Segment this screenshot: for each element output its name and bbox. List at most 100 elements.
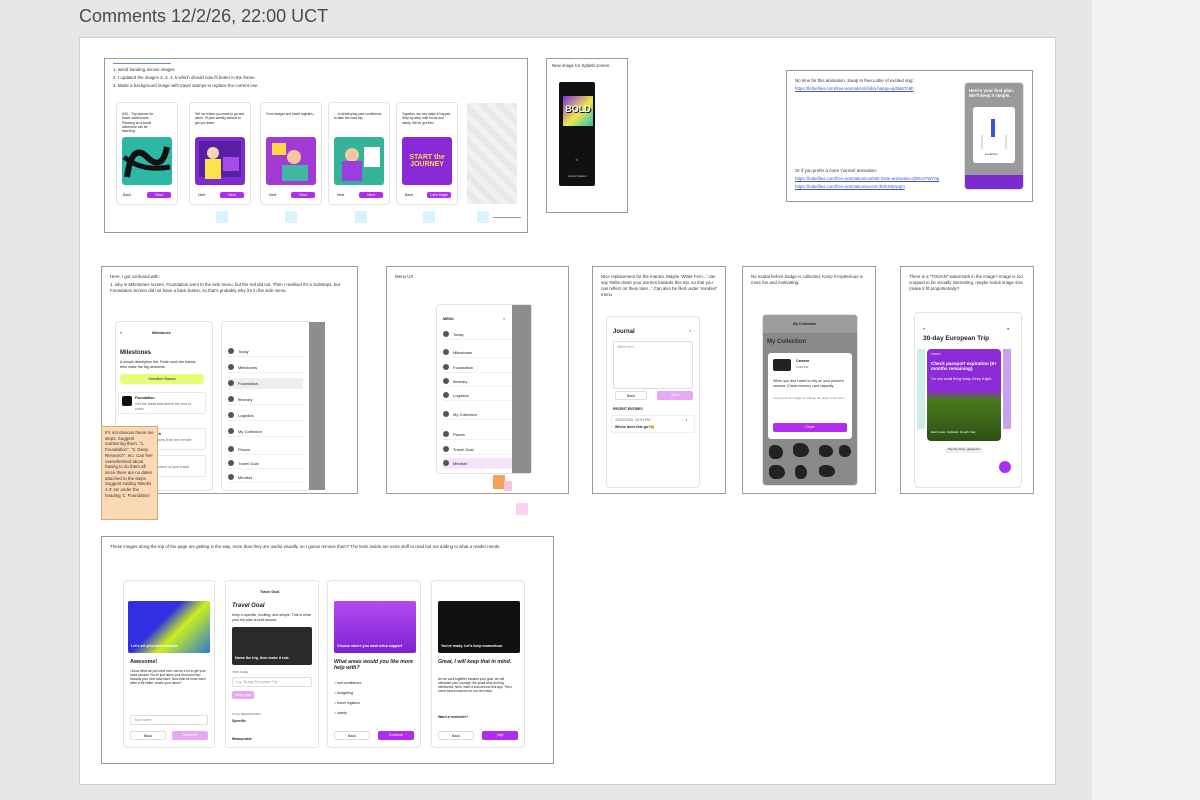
today-card[interactable]: TODAY Check passport expiration (6+ mont… — [927, 349, 1001, 441]
lottie-link-3[interactable]: https://lottiefiles.com/free-animation/s… — [795, 184, 952, 190]
frame-journal[interactable]: Nice replacement for the mantra. Maybe '… — [592, 266, 726, 494]
flow-screen-1[interactable]: Let's set your bold baseline Awesome! I … — [124, 581, 214, 747]
first-plan-phone[interactable]: Here's your first plan. We'll keep it si… — [965, 83, 1023, 189]
menu-item-itinerary[interactable]: Itinerary — [228, 394, 303, 405]
name-input[interactable]: Your name — [130, 715, 208, 725]
frame3-notes: No time for this animation. Swap to free… — [795, 78, 952, 94]
option-budgeting[interactable]: ○ budgeting — [334, 691, 353, 696]
right-panel — [1092, 0, 1200, 800]
close-icon[interactable]: × — [575, 158, 579, 164]
option-safety[interactable]: ○ safety — [334, 711, 347, 716]
frame-animation-note[interactable]: No time for this animation. Swap to free… — [786, 70, 1033, 202]
milestone-item[interactable]: Foundation Get the tasks that define the… — [118, 392, 206, 414]
side-menu-screen[interactable]: Today Milestones Foundation Itinerary Lo… — [222, 322, 309, 490]
back-link[interactable]: Back — [123, 193, 131, 198]
flow-screen-4[interactable]: You're ready. Let's keep momentum. Great… — [432, 581, 524, 747]
canvas-board[interactable]: 1. weird banding across images 2. I upda… — [79, 37, 1056, 785]
today-screen[interactable]: ≡ ● 30-day European Trip TODAY Check pas… — [915, 313, 1021, 487]
yay-button[interactable]: Yay! — [482, 731, 518, 740]
sticky-note[interactable]: It's not obvious these are steps. Sugges… — [101, 426, 158, 520]
close-button[interactable]: Close — [773, 423, 847, 432]
menu-icon[interactable]: ≡ — [120, 331, 122, 336]
onboarding-image: START the JOURNEY — [402, 137, 452, 185]
screen-heading: Great, I will keep that in mind. — [438, 659, 512, 665]
flow-screen-2[interactable]: Travel Goal Travel Goal Keep it specific… — [226, 581, 318, 747]
splash-footer: Getting Started — [567, 174, 587, 178]
frame-today[interactable]: There is a "TOOAN" watermark in the imag… — [900, 266, 1034, 494]
add-fab[interactable] — [999, 461, 1011, 473]
frame1-notes: 1. weird banding across images 2. I upda… — [113, 67, 259, 88]
flow-screen-3[interactable]: Choose where you want extra support What… — [328, 581, 420, 747]
lottie-link-2[interactable]: https://lottiefiles.com/free-animation/c… — [795, 176, 952, 182]
next-button[interactable]: Next — [220, 192, 244, 198]
lets-begin-button[interactable]: Let's begin — [427, 192, 451, 198]
menu-item-travel-goal[interactable]: Travel Goal — [228, 458, 303, 469]
menu-item-collection[interactable]: My Collection — [228, 426, 303, 437]
journal-entry[interactable]: 12/02/2026, 09:04 PM Where does this go?… — [611, 415, 695, 433]
menu-item-today[interactable]: Today — [228, 346, 303, 357]
frame-splash-image[interactable]: New image for Splash screen BOLD × Getti… — [546, 58, 628, 213]
save-button[interactable]: Save — [657, 391, 693, 400]
onboarding-screen-1[interactable]: (Hi!) - Trip planner for brave adventure… — [117, 103, 177, 204]
continue-button[interactable]: Continue — [378, 731, 414, 740]
save-goal-button[interactable]: Save goal — [232, 691, 254, 699]
modal-text-2: Long press the badge to change the label… — [773, 396, 845, 400]
screen-text: (Hi!) - Trip planner for brave adventure… — [122, 112, 154, 134]
close-icon[interactable]: × — [689, 329, 691, 334]
itinerary-icon — [228, 396, 234, 402]
milestone-icon — [122, 396, 132, 406]
frame8-note: There is a "TOOAN" watermark in the imag… — [909, 274, 1023, 291]
close-icon[interactable]: × — [503, 317, 505, 322]
menu-icon[interactable]: ≡ — [923, 327, 925, 332]
menu-item-milestones[interactable]: Milestones — [228, 362, 303, 373]
stamp-background-image — [467, 103, 517, 204]
menu-overlay — [512, 305, 531, 473]
menu-item-places[interactable]: Places — [228, 444, 303, 455]
itinerary-icon — [443, 378, 449, 384]
reminder-label: Want a reminder? — [438, 715, 469, 719]
onboarding-screen-4[interactable]: ... to developing your confidence to tak… — [329, 103, 389, 204]
trip-name-input[interactable]: e.g. 30-day European Trip — [232, 677, 312, 687]
next-button[interactable]: Next — [147, 192, 171, 198]
next-button[interactable]: Next — [291, 192, 315, 198]
option-logistics[interactable]: ○ travel logistics — [334, 701, 360, 706]
badge-silhouette — [819, 445, 833, 457]
splash-phone[interactable]: BOLD × Getting Started — [559, 82, 595, 186]
onboarding-screen-3[interactable]: From budget and travel logistics... Next… — [261, 103, 321, 204]
back-button[interactable]: Back — [615, 391, 647, 400]
frame-onboarding-flow[interactable]: These images along the top of the page a… — [101, 536, 554, 764]
next-label: Next — [198, 193, 206, 197]
onboarding-screen-2[interactable]: Tell me where you want to go and when. I… — [190, 103, 250, 204]
lottie-link-1[interactable]: https://lottiefiles.com/free-animation/s… — [795, 86, 952, 92]
mindset-icon — [228, 474, 234, 480]
pink-marker — [516, 503, 528, 515]
journal-input[interactable]: Write here... — [613, 341, 693, 389]
frame-collection[interactable]: No modal before badge is collected. Keep… — [742, 266, 876, 494]
menu-item-mindset[interactable]: Mindset — [228, 472, 303, 483]
next-button[interactable]: Next — [359, 192, 383, 198]
modal-text: When you don't want to rely on your phon… — [773, 379, 844, 388]
milestone-desc: Get the tasks that define the rest to co… — [135, 402, 191, 411]
frame-menu-ux[interactable]: Menu UX MENU × Today Milestones Foundati… — [386, 266, 569, 494]
back-button[interactable]: Back — [334, 731, 370, 740]
menu-item-foundation[interactable]: Foundation — [228, 378, 303, 389]
milestone-title: Foundation — [135, 396, 155, 400]
collection-screen[interactable]: My Collection My Collection Camera SURVI… — [763, 315, 857, 485]
banner-image: You're ready. Let's keep momentum. — [438, 601, 520, 653]
onboarding-screen-5[interactable]: Together, we can make it happen. Step-by… — [397, 103, 457, 204]
screen-heading: Awesome! — [130, 659, 158, 665]
menu-item-logistics[interactable]: Logistics — [228, 410, 303, 421]
badge-modal[interactable]: Camera SURVIVE When you don't want to re… — [768, 353, 852, 439]
trash-icon[interactable]: ▪ — [686, 418, 687, 423]
screen-text: Together, we can make it happen. Step-by… — [402, 112, 452, 125]
back-button[interactable]: Back — [438, 731, 474, 740]
badge-silhouette — [795, 465, 807, 479]
frame-onboarding-images[interactable]: 1. weird banding across images 2. I upda… — [104, 58, 528, 233]
avatar[interactable]: ● — [1007, 327, 1009, 332]
continue-button[interactable]: Continue — [172, 731, 208, 740]
breakdown-label: GOAL BREAKDOWN — [232, 712, 261, 716]
journal-screen[interactable]: Journal × Write here... Back Save RECENT… — [607, 317, 699, 487]
back-button[interactable]: Back — [130, 731, 166, 740]
option-self-confidence[interactable]: ○ self-confidence — [334, 681, 361, 686]
back-link[interactable]: Back — [405, 193, 413, 198]
